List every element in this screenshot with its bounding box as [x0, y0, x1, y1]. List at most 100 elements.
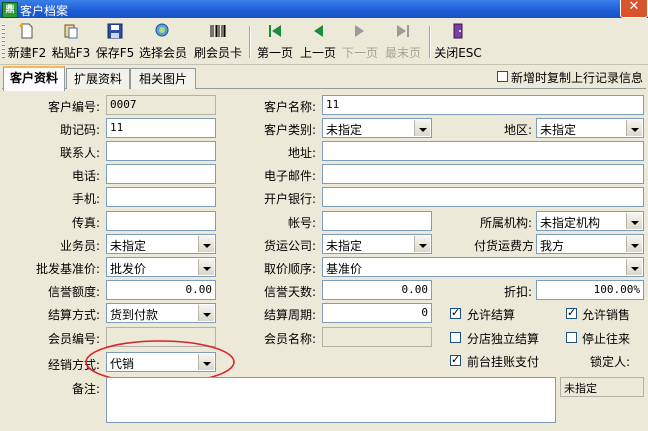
- discount-field[interactable]: 100.00%: [536, 280, 644, 300]
- carrier-select[interactable]: 未指定: [322, 234, 432, 254]
- discount-label: 折扣:: [503, 285, 532, 299]
- chevron-down-icon[interactable]: [626, 213, 642, 229]
- notes-textarea[interactable]: [106, 377, 556, 423]
- allow-settle-checkbox[interactable]: [450, 306, 461, 319]
- toolbar-separator: [249, 26, 251, 58]
- locker-field[interactable]: 未指定: [560, 377, 644, 397]
- next-page-button[interactable]: 下一页: [340, 20, 380, 62]
- chevron-down-icon[interactable]: [198, 259, 214, 275]
- freight-select[interactable]: 我方: [536, 234, 644, 254]
- tab-customer-info[interactable]: 客户资料: [3, 66, 65, 91]
- tab-extended-info[interactable]: 扩展资料: [66, 68, 130, 89]
- member-name-label: 会员名称:: [263, 332, 316, 346]
- chevron-down-icon[interactable]: [626, 120, 642, 136]
- allow-sale-checkbox[interactable]: [566, 306, 577, 319]
- phone-field[interactable]: [106, 164, 216, 184]
- freight-label: 付货运费方: [473, 239, 534, 253]
- chevron-down-icon[interactable]: [626, 259, 642, 275]
- locker-label: 锁定人:: [589, 355, 630, 369]
- settle-method-value: 货到付款: [110, 308, 159, 322]
- fax-label: 传真:: [71, 216, 100, 230]
- chevron-down-icon[interactable]: [198, 305, 214, 321]
- bank-field[interactable]: [322, 187, 644, 207]
- member-search-icon: [155, 23, 169, 37]
- org-value: 未指定机构: [540, 216, 601, 230]
- select-member-button[interactable]: 选择会员: [137, 20, 189, 62]
- last-page-button-label: 最末页: [384, 46, 421, 60]
- save-button[interactable]: 保存F5: [94, 20, 136, 62]
- region-label: 地区:: [503, 123, 532, 137]
- chevron-down-icon[interactable]: [414, 236, 430, 252]
- window-close-button[interactable]: ✕: [620, 0, 648, 18]
- chevron-down-icon[interactable]: [198, 236, 214, 252]
- last-page-button[interactable]: 最末页: [383, 20, 423, 62]
- mnemonic-field[interactable]: 11: [106, 118, 216, 138]
- first-page-button-label: 第一页: [256, 46, 293, 60]
- price-order-select[interactable]: 基准价: [322, 257, 644, 277]
- settle-period-field[interactable]: 0: [322, 303, 432, 323]
- front-hang-label: 前台挂账支付: [467, 355, 540, 369]
- mnemonic-label: 助记码:: [59, 123, 100, 137]
- email-label: 电子邮件:: [263, 169, 316, 183]
- price-order-value: 基准价: [326, 262, 363, 276]
- mobile-field[interactable]: [106, 187, 216, 207]
- stop-dealing-label: 停止往来: [582, 332, 631, 346]
- barcode-icon: [210, 25, 226, 37]
- close-button[interactable]: 关闭ESC: [434, 20, 482, 62]
- settle-method-select[interactable]: 货到付款: [106, 303, 216, 323]
- app-icon: 鼎: [2, 2, 18, 18]
- wholesale-price-value: 批发价: [110, 262, 147, 276]
- cust-code-field[interactable]: 0007: [106, 95, 216, 115]
- settle-method-label: 结算方式:: [47, 308, 100, 322]
- first-page-button[interactable]: 第一页: [255, 20, 295, 62]
- salesman-label: 业务员:: [59, 239, 100, 253]
- wholesale-price-select[interactable]: 批发价: [106, 257, 216, 277]
- first-page-icon: [269, 25, 281, 37]
- front-hang-checkbox[interactable]: [450, 353, 461, 366]
- salesman-select[interactable]: 未指定: [106, 234, 216, 254]
- salesman-value: 未指定: [110, 239, 147, 253]
- carrier-value: 未指定: [326, 239, 363, 253]
- paste-button-label: 粘贴F3: [51, 46, 91, 60]
- account-label: 帐号:: [287, 216, 316, 230]
- new-button[interactable]: 新建F2: [7, 20, 47, 62]
- chevron-down-icon[interactable]: [414, 120, 430, 136]
- org-select[interactable]: 未指定机构: [536, 211, 644, 231]
- copy-prev-row-label: 新增时复制上行记录信息: [511, 71, 644, 85]
- cust-type-select[interactable]: 未指定: [322, 118, 432, 138]
- credit-limit-field[interactable]: 0.00: [106, 280, 216, 300]
- credit-days-field[interactable]: 0.00: [322, 280, 432, 300]
- copy-prev-row-checkbox[interactable]: [497, 71, 508, 82]
- address-field[interactable]: [322, 141, 644, 161]
- next-page-button-label: 下一页: [341, 46, 378, 60]
- branch-settle-label: 分店独立结算: [467, 332, 540, 346]
- window-title: 客户档案: [20, 4, 69, 18]
- email-field[interactable]: [322, 164, 644, 184]
- new-button-label: 新建F2: [7, 46, 47, 60]
- swipe-card-button-label: 刷会员卡: [193, 46, 242, 60]
- chevron-down-icon[interactable]: [626, 236, 642, 252]
- branch-settle-checkbox[interactable]: [450, 332, 461, 343]
- cust-name-field[interactable]: 11: [322, 95, 644, 115]
- tab-related-images[interactable]: 相关图片: [130, 68, 196, 89]
- member-name-field[interactable]: [322, 327, 432, 347]
- notes-label: 备注:: [71, 382, 100, 396]
- org-label: 所属机构:: [479, 216, 532, 230]
- fax-field[interactable]: [106, 211, 216, 231]
- select-member-button-label: 选择会员: [138, 46, 187, 60]
- contact-field[interactable]: [106, 141, 216, 161]
- cust-type-label: 客户类别:: [263, 123, 316, 137]
- prev-page-button[interactable]: 上一页: [298, 20, 338, 62]
- stop-dealing-checkbox[interactable]: [566, 332, 577, 343]
- new-document-icon: [19, 23, 33, 39]
- bank-label: 开户银行:: [263, 192, 316, 206]
- toolbar-grip[interactable]: [2, 24, 5, 60]
- close-button-label: 关闭ESC: [434, 46, 482, 60]
- region-value: 未指定: [540, 123, 577, 137]
- swipe-card-button[interactable]: 刷会员卡: [192, 20, 244, 62]
- region-select[interactable]: 未指定: [536, 118, 644, 138]
- paste-button[interactable]: 粘贴F3: [50, 20, 92, 62]
- toolbar-separator: [429, 26, 431, 58]
- cust-name-label: 客户名称:: [263, 100, 316, 114]
- account-field[interactable]: [322, 211, 432, 231]
